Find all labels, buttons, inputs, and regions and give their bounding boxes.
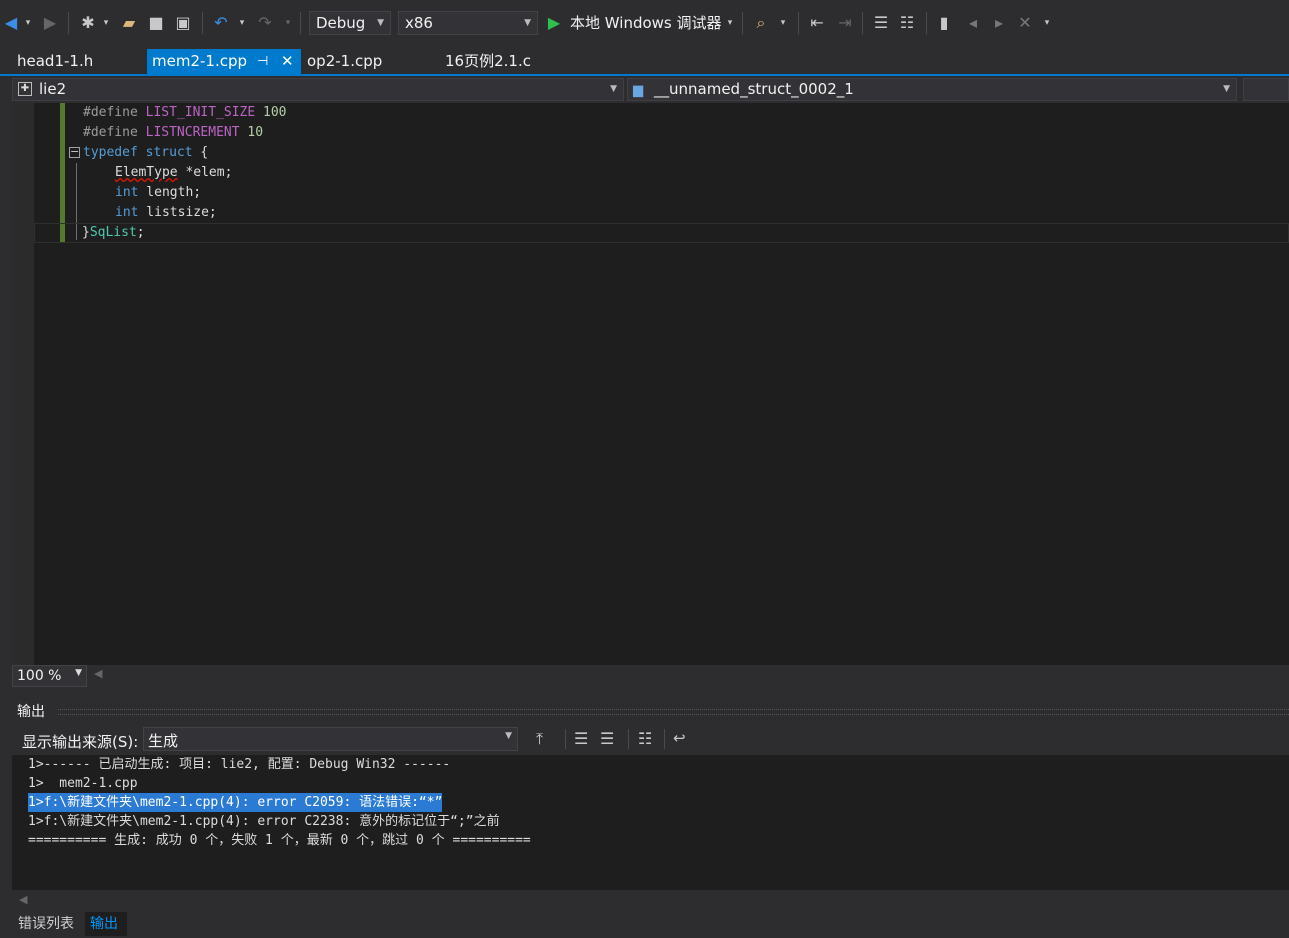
clear-bookmarks-icon[interactable]: ✕	[1014, 12, 1036, 34]
output-panel-header: 输出	[12, 697, 1289, 723]
change-indicator	[60, 103, 65, 243]
code-editor[interactable]	[12, 103, 1289, 665]
code-line: int listsize;	[115, 205, 217, 220]
menu-bar-clipped	[0, 0, 900, 4]
tab-label: op2-1.cpp	[307, 52, 383, 70]
current-line-highlight	[34, 223, 1289, 243]
next-message-icon[interactable]: ☰	[600, 729, 614, 748]
find-icon[interactable]: ⌕	[750, 12, 772, 34]
prev-message-icon[interactable]: ☰	[574, 729, 588, 748]
new-item-icon[interactable]: ✱	[78, 12, 98, 34]
tab-label: 错误列表	[18, 916, 74, 932]
pin-icon[interactable]: ⊣	[257, 49, 268, 74]
open-icon[interactable]: ▰	[118, 12, 140, 34]
go-to-source-icon[interactable]: ⤒	[536, 729, 543, 749]
output-text-area[interactable]: 1>------ 已启动生成: 项目: lie2, 配置: Debug Win3…	[12, 755, 1289, 890]
tab-head1-1-h[interactable]: head1-1.h	[12, 49, 146, 74]
chevron-down-icon: ▼	[75, 668, 82, 678]
zoom-value: 100 %	[17, 668, 62, 684]
scroll-left-icon[interactable]: ◀	[19, 893, 27, 906]
next-bookmark-icon[interactable]: ▸	[988, 12, 1010, 34]
source-label: 显示输出来源(S):	[22, 733, 139, 751]
tab-error-list[interactable]: 错误列表	[12, 912, 84, 936]
code-line: #define LISTNCREMENT 10	[83, 125, 264, 140]
config-combo[interactable]: Debug ▼	[309, 11, 391, 35]
member-combo[interactable]	[1243, 78, 1289, 101]
play-icon[interactable]: ▶	[546, 12, 562, 34]
code-line: int length;	[115, 185, 202, 200]
source-value: 生成	[148, 732, 179, 750]
tab-op2-1-cpp[interactable]: op2-1.cpp	[302, 49, 440, 74]
prev-bookmark-icon[interactable]: ◂	[962, 12, 984, 34]
struct-icon: ▆	[633, 83, 643, 98]
navigation-bar: ✚ lie2 ▼ ▆ __unnamed_struct_0002_1 ▼	[0, 77, 1289, 103]
tab-16-example[interactable]: 16页例2.1.c	[440, 49, 580, 74]
output-line-selected: 1>f:\新建文件夹\mem2-1.cpp(4): error C2059: 语…	[28, 793, 443, 812]
code-line: ElemType *elem;	[115, 165, 233, 180]
document-tabs: head1-1.h mem2-1.cpp ⊣ ✕ op2-1.cpp 16页例2…	[0, 48, 1289, 76]
collapse-icon[interactable]: −	[69, 146, 80, 158]
redo-icon[interactable]: ↷	[254, 12, 276, 34]
clear-all-icon[interactable]: ☷	[638, 729, 652, 748]
output-title: 输出	[17, 704, 45, 720]
indent-icon[interactable]: ⇥	[834, 12, 856, 34]
tab-label: head1-1.h	[17, 52, 94, 70]
chevron-down-icon: ▼	[524, 18, 531, 28]
chevron-down-icon: ▼	[505, 731, 512, 741]
undo-dropdown-icon[interactable]: ▾	[236, 12, 248, 34]
uncomment-icon[interactable]: ☷	[896, 12, 918, 34]
comment-icon[interactable]: ☰	[870, 12, 892, 34]
outdent-icon[interactable]: ⇤	[806, 12, 828, 34]
editor-status-strip: 100 % ▼ ◀	[12, 665, 1289, 689]
scroll-left-icon[interactable]: ◀	[94, 667, 102, 680]
output-hscrollbar[interactable]: ◀	[12, 890, 1289, 910]
output-toolbar: 显示输出来源(S): 生成 ▼ ⤒ ☰ ☰ ☷ ↩	[12, 723, 1289, 755]
tab-label: 16页例2.1.c	[445, 52, 531, 70]
scope-combo[interactable]: ▆ __unnamed_struct_0002_1 ▼	[627, 78, 1237, 101]
overflow-icon[interactable]: ▾	[776, 12, 790, 34]
output-line: 1>f:\新建文件夹\mem2-1.cpp(4): error C2238: 意…	[28, 814, 500, 829]
run-debugger-button[interactable]: 本地 Windows 调试器	[570, 12, 722, 34]
main-toolbar: ◀ ▾ ▶ ✱ ▾ ▰ ■ ▣ ↶ ▾ ↷ ▾ Debug ▼ x86 ▼ ▶ …	[0, 0, 1289, 48]
back-dropdown-icon[interactable]: ▾	[22, 12, 34, 34]
platform-value: x86	[405, 14, 433, 32]
drag-grip[interactable]	[58, 709, 1289, 715]
chevron-down-icon: ▼	[1223, 84, 1230, 94]
run-dropdown-icon[interactable]: ▾	[724, 12, 736, 34]
source-combo[interactable]: 生成 ▼	[143, 727, 518, 751]
back-icon[interactable]: ◀	[2, 12, 20, 34]
tab-mem2-1-cpp[interactable]: mem2-1.cpp ⊣ ✕	[147, 49, 301, 74]
project-combo[interactable]: ✚ lie2 ▼	[12, 78, 624, 101]
output-line: 1> mem2-1.cpp	[28, 776, 138, 791]
zoom-combo[interactable]: 100 % ▼	[12, 665, 87, 687]
chevron-down-icon: ▼	[610, 84, 617, 94]
tool-window-tabs: 错误列表 输出	[0, 910, 1289, 938]
word-wrap-icon[interactable]: ↩	[673, 729, 686, 747]
tab-label: mem2-1.cpp	[152, 52, 248, 70]
editor-gutter	[12, 103, 34, 665]
save-all-icon[interactable]: ▣	[172, 12, 194, 34]
scope-name: __unnamed_struct_0002_1	[654, 80, 854, 98]
new-dropdown-icon[interactable]: ▾	[100, 12, 112, 34]
project-icon: ✚	[18, 82, 32, 96]
code-line: typedef struct {	[83, 145, 209, 160]
code-line: }SqList;	[82, 225, 145, 240]
tab-label: 输出	[90, 916, 118, 932]
output-line: ========== 生成: 成功 0 个，失败 1 个，最新 0 个，跳过 0…	[28, 833, 531, 848]
code-line: #define LIST_INIT_SIZE 100	[83, 105, 287, 120]
bookmark-icon[interactable]: ▮	[934, 12, 954, 34]
toolbar-overflow-icon[interactable]: ▾	[1040, 12, 1054, 34]
undo-icon[interactable]: ↶	[210, 12, 232, 34]
config-value: Debug	[316, 14, 366, 32]
platform-combo[interactable]: x86 ▼	[398, 11, 538, 35]
redo-dropdown-icon[interactable]: ▾	[282, 12, 294, 34]
project-name: lie2	[39, 80, 67, 98]
tab-output[interactable]: 输出	[85, 912, 127, 936]
close-icon[interactable]: ✕	[281, 49, 294, 74]
output-line: 1>------ 已启动生成: 项目: lie2, 配置: Debug Win3…	[28, 757, 451, 772]
save-icon[interactable]: ■	[146, 12, 166, 34]
forward-icon[interactable]: ▶	[40, 12, 60, 34]
chevron-down-icon: ▼	[377, 18, 384, 28]
